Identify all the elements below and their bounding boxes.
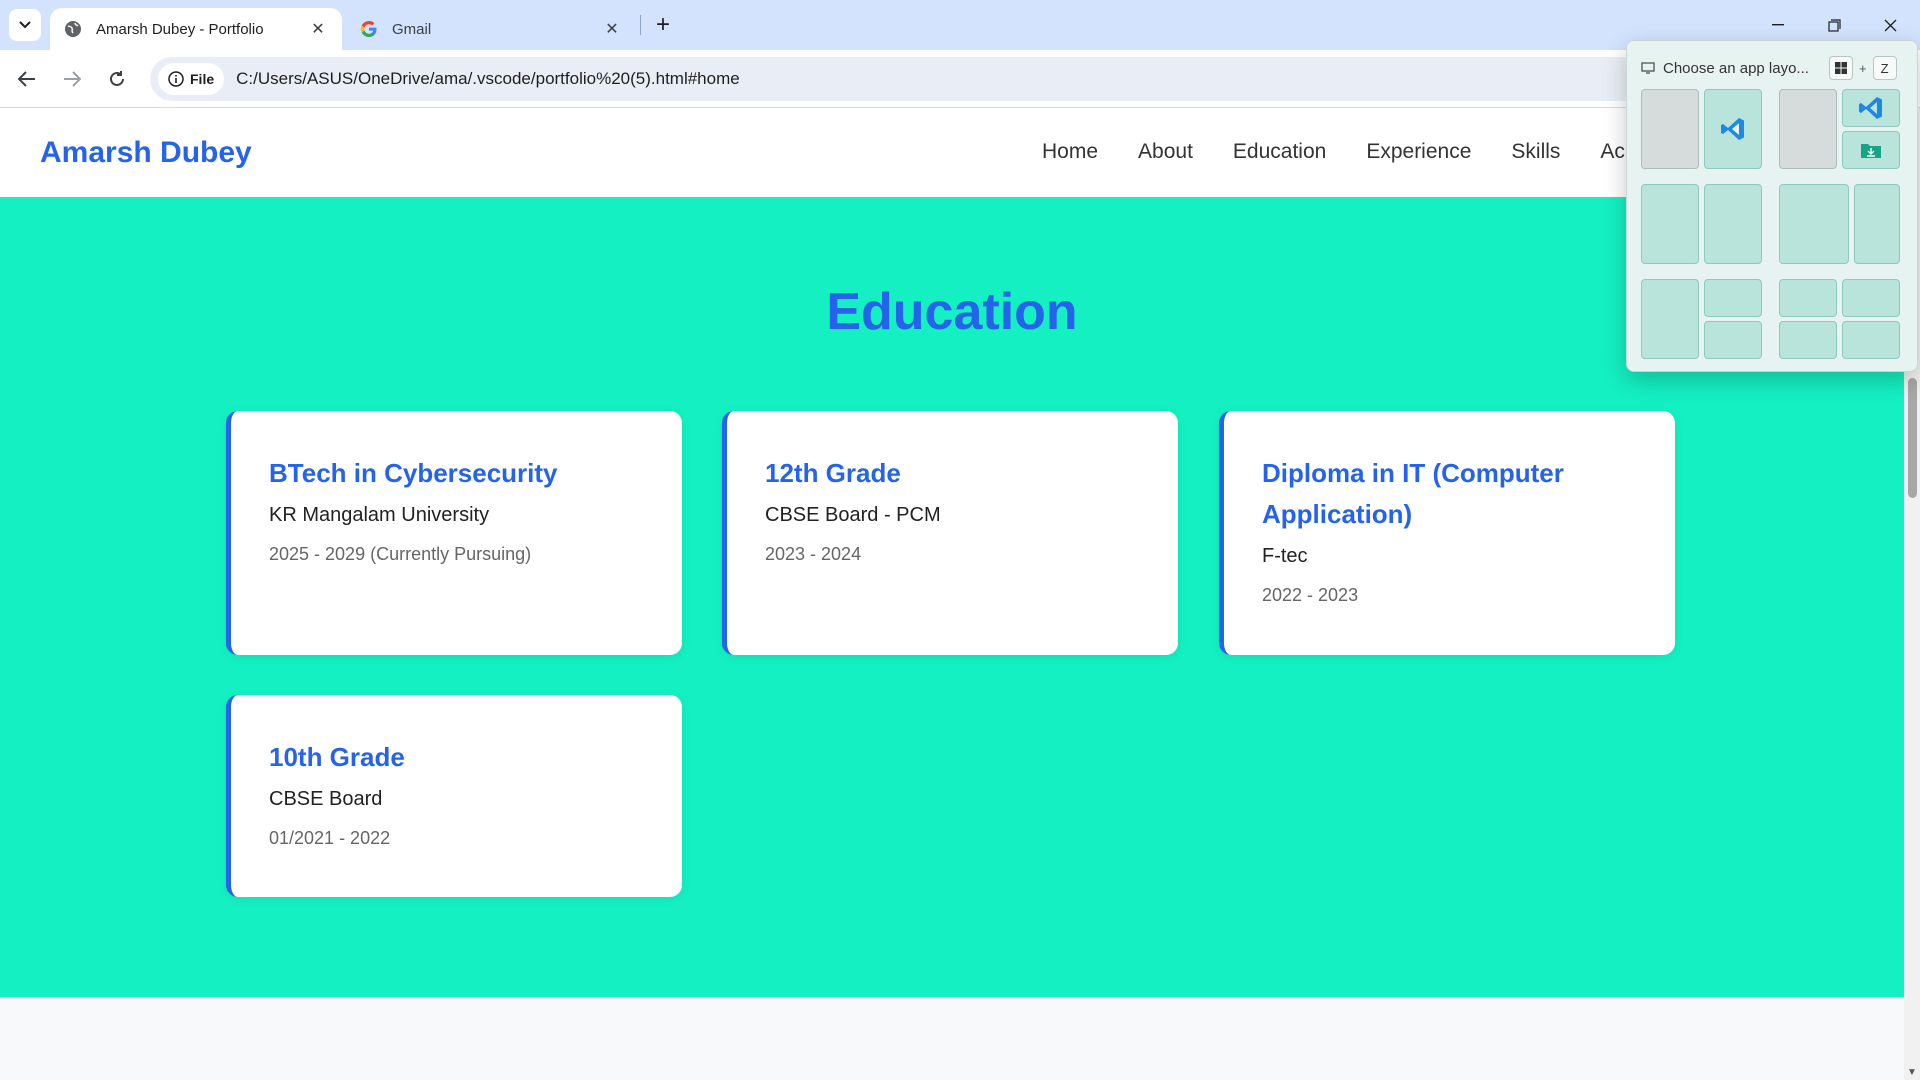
tab-gmail[interactable]: Gmail ✕	[346, 8, 636, 50]
snap-header: Choose an app layo... + Z	[1641, 55, 1903, 81]
snap-zone[interactable]	[1641, 89, 1699, 169]
plus-sign: +	[1859, 60, 1867, 76]
card-years: 01/2021 - 2022	[269, 828, 391, 848]
card-degree: 10th Grade	[269, 742, 405, 772]
scrollbar-thumb[interactable]	[1908, 378, 1917, 498]
snap-zone[interactable]	[1842, 131, 1900, 169]
site-nav: Home About Education Experience Skills A…	[1042, 140, 1625, 164]
chip-label: File	[190, 71, 215, 87]
card-degree: Diploma in IT (Computer Application)	[1262, 458, 1564, 529]
card-years: 2023 - 2024	[765, 544, 862, 564]
reload-button[interactable]	[100, 62, 134, 96]
site-header: Amarsh Dubey Home About Education Experi…	[0, 108, 1904, 197]
windows-key-icon	[1829, 56, 1853, 80]
nav-link-home[interactable]: Home	[1042, 140, 1098, 164]
card-institution: KR Mangalam University	[269, 504, 490, 526]
vscode-icon	[1859, 97, 1882, 119]
nav-link-achievements[interactable]: Ac	[1600, 140, 1625, 164]
card-degree: 12th Grade	[765, 458, 901, 488]
arrow-left-icon	[18, 71, 35, 87]
section-title: Education	[826, 283, 1078, 341]
nav-link-skills[interactable]: Skills	[1511, 140, 1560, 164]
scroll-down-icon[interactable]: ▼	[1907, 1068, 1917, 1078]
close-icon	[1884, 19, 1896, 31]
monitor-icon	[1641, 62, 1655, 74]
education-card: Diploma in IT (Computer Application) F-t…	[1219, 411, 1675, 655]
tab-title: Gmail	[392, 20, 432, 38]
snap-zone[interactable]	[1704, 321, 1762, 359]
education-section: Education BTech in Cybersecurity KR Mang…	[0, 197, 1904, 997]
snap-zone[interactable]	[1779, 89, 1837, 169]
google-icon	[360, 20, 378, 38]
snap-zone[interactable]	[1641, 184, 1699, 264]
site-info-chip[interactable]: File	[158, 63, 225, 95]
education-card: 12th Grade CBSE Board - PCM 2023 - 2024	[722, 411, 1178, 655]
snap-zone[interactable]	[1704, 89, 1762, 169]
snap-header-text: Choose an app layo...	[1663, 59, 1809, 77]
snap-zone[interactable]	[1779, 184, 1849, 264]
card-degree: BTech in Cybersecurity	[269, 458, 558, 488]
site-brand[interactable]: Amarsh Dubey	[40, 136, 252, 170]
minimize-icon	[1772, 24, 1784, 26]
snap-zone[interactable]	[1842, 279, 1900, 317]
url-text[interactable]: C:/Users/ASUS/OneDrive/ama/.vscode/portf…	[236, 69, 740, 89]
snap-layouts-flyout: Choose an app layo... + Z	[1626, 40, 1918, 372]
globe-icon	[64, 20, 82, 38]
tab-title: Amarsh Dubey - Portfolio	[96, 20, 264, 38]
address-bar[interactable]: File C:/Users/ASUS/OneDrive/ama/.vscode/…	[150, 57, 1750, 101]
reload-icon	[110, 71, 124, 86]
info-icon	[168, 71, 184, 87]
chevron-down-icon	[19, 21, 31, 29]
nav-link-experience[interactable]: Experience	[1366, 140, 1471, 164]
snap-zone[interactable]	[1842, 89, 1900, 127]
shortcut-key: Z	[1872, 56, 1897, 80]
education-card: 10th Grade CBSE Board 01/2021 - 2022	[226, 695, 682, 897]
snap-zone[interactable]	[1641, 279, 1699, 359]
card-institution: CBSE Board	[269, 788, 383, 810]
snap-zone[interactable]	[1704, 279, 1762, 317]
close-icon[interactable]: ✕	[602, 19, 622, 39]
tab-search-button[interactable]	[9, 9, 41, 41]
nav-link-education[interactable]: Education	[1233, 140, 1326, 164]
close-icon[interactable]: ✕	[308, 19, 328, 39]
card-years: 2025 - 2029 (Currently Pursuing)	[269, 544, 532, 564]
snap-zone[interactable]	[1779, 279, 1837, 317]
page-viewport: Amarsh Dubey Home About Education Experi…	[0, 108, 1904, 1080]
forward-button[interactable]	[55, 62, 89, 96]
restore-icon	[1827, 18, 1841, 32]
card-institution: F-tec	[1262, 545, 1308, 567]
snap-zone[interactable]	[1704, 184, 1762, 264]
vscode-icon	[1721, 118, 1744, 140]
tab-separator	[640, 15, 641, 35]
back-button[interactable]	[10, 62, 44, 96]
downloads-folder-icon	[1861, 144, 1881, 158]
card-years: 2022 - 2023	[1262, 585, 1359, 605]
card-institution: CBSE Board - PCM	[765, 504, 941, 526]
nav-link-about[interactable]: About	[1138, 140, 1193, 164]
tab-portfolio[interactable]: Amarsh Dubey - Portfolio ✕	[50, 8, 342, 50]
snap-zone[interactable]	[1842, 321, 1900, 359]
snap-zone[interactable]	[1779, 321, 1837, 359]
snap-zone[interactable]	[1854, 184, 1900, 264]
new-tab-button[interactable]: +	[648, 10, 678, 40]
education-card: BTech in Cybersecurity KR Mangalam Unive…	[226, 411, 682, 655]
arrow-right-icon	[64, 71, 81, 87]
